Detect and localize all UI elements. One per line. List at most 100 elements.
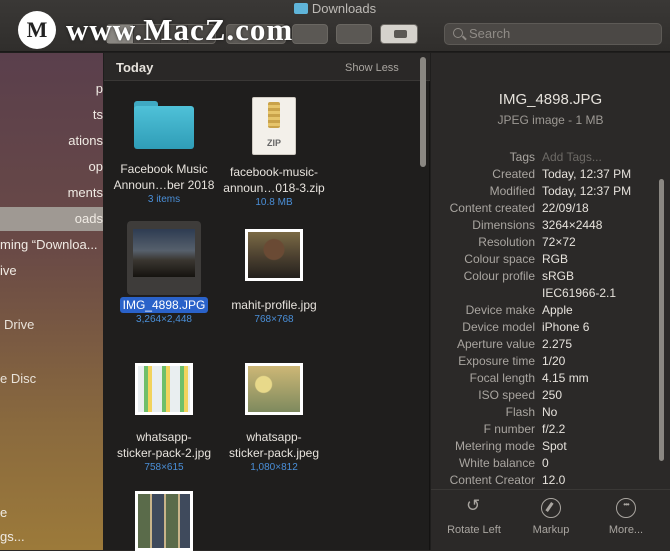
- file-item[interactable]: mahit-profile.jpg 768×768: [216, 229, 332, 327]
- share-button[interactable]: [336, 24, 372, 44]
- info-value: IEC61966-2.1: [542, 286, 617, 300]
- file-name: mahit-profile.jpg: [231, 298, 317, 312]
- search-field[interactable]: Search: [444, 23, 662, 45]
- photo-thumbnail: [135, 491, 193, 551]
- sidebar-item-incoming[interactable]: ming “Downloa...: [0, 233, 103, 257]
- sidebar-item[interactable]: ts: [0, 103, 103, 127]
- sidebar-item-label: Drive: [4, 317, 35, 332]
- info-key: Colour space: [464, 252, 535, 266]
- finder-window: Downloads Search p ts ations op ments oa…: [0, 0, 670, 551]
- file-name: sticker-pack-2.jpg: [116, 446, 212, 460]
- info-row: Content Creator 12.0: [431, 472, 670, 489]
- markup-button[interactable]: Markup: [516, 498, 586, 536]
- info-value: 72×72: [542, 235, 576, 249]
- file-name: announ…018-3.zip: [223, 181, 325, 195]
- sidebar-item-downloads[interactable]: oads: [0, 207, 103, 231]
- info-value: Today, 12:37 PM: [542, 167, 632, 181]
- file-item[interactable]: whatsapp- sticker-pack.jpeg 1,080×812: [216, 363, 332, 475]
- info-value: 1/20: [542, 354, 566, 368]
- more-button[interactable]: More...: [591, 498, 661, 536]
- info-row-tags: Tags Add Tags...: [431, 149, 670, 166]
- sidebar-item-applications[interactable]: ations: [0, 129, 103, 153]
- sidebar-item-label: e: [0, 505, 8, 520]
- rotate-left-button[interactable]: Rotate Left: [439, 496, 509, 536]
- search-icon: [453, 28, 463, 38]
- sidebar-item-remote-disc[interactable]: e Disc: [0, 367, 103, 391]
- sidebar-item-documents[interactable]: ments: [0, 181, 103, 205]
- section-header: Today Show Less: [104, 53, 430, 81]
- info-value: 0: [542, 456, 549, 470]
- sidebar-item-label: p: [95, 81, 103, 96]
- info-value: sRGB: [542, 269, 575, 283]
- file-name: Announ…ber 2018: [113, 178, 215, 192]
- info-row: Flash No: [431, 404, 670, 421]
- sidebar-item-label: ations: [68, 133, 103, 148]
- photo-thumbnail: [245, 229, 303, 281]
- file-item-folder[interactable]: Facebook Music Announ…ber 2018 3 items: [106, 101, 222, 207]
- info-key: Device make: [465, 303, 535, 317]
- info-row: Resolution 72×72: [431, 234, 670, 251]
- scrollbar[interactable]: [420, 57, 426, 167]
- info-key: ISO speed: [478, 388, 535, 402]
- file-browser: Today Show Less Facebook Music Announ…be…: [104, 53, 430, 551]
- sidebar-item[interactable]: e: [0, 501, 103, 525]
- info-key: Aperture value: [456, 337, 535, 351]
- sidebar-item[interactable]: p: [0, 77, 103, 101]
- info-key: Dimensions: [472, 218, 535, 232]
- folder-icon: [134, 101, 194, 149]
- sidebar-item-desktop[interactable]: op: [0, 155, 103, 179]
- folder-icon: [293, 3, 308, 14]
- action-label: Markup: [532, 524, 570, 536]
- info-value: No: [542, 405, 558, 419]
- file-name: Facebook Music: [120, 162, 208, 176]
- photo-thumbnail: [135, 363, 193, 415]
- sidebar-item-icloud-drive[interactable]: Drive: [0, 313, 103, 337]
- file-meta: 10.8 MB: [255, 197, 293, 208]
- zip-file-icon: ZIP: [252, 97, 296, 155]
- info-row: Metering mode Spot: [431, 438, 670, 455]
- info-row: Device model iPhone 6: [431, 319, 670, 336]
- photo-thumbnail: [245, 363, 303, 415]
- action-label: More...: [608, 524, 644, 536]
- action-gear-button[interactable]: [292, 24, 328, 44]
- search-placeholder: Search: [469, 26, 511, 41]
- rotate-left-icon: [464, 496, 484, 518]
- more-icon: [616, 498, 636, 518]
- info-key: Created: [492, 167, 535, 181]
- info-row: Modified Today, 12:37 PM: [431, 183, 670, 200]
- file-name: whatsapp-: [136, 430, 192, 444]
- info-row: Content created 22/09/18: [431, 200, 670, 217]
- file-item[interactable]: whatsapp- sticker-pack-2.jpg 758×615: [106, 363, 222, 475]
- info-value: 4.15 mm: [542, 371, 589, 385]
- info-row: Dimensions 3264×2448: [431, 217, 670, 234]
- info-key: Metering mode: [454, 439, 535, 453]
- tag-button[interactable]: [380, 24, 418, 44]
- inspector-subtitle: JPEG image - 1 MB: [497, 113, 604, 127]
- info-value: 12.0: [542, 473, 566, 487]
- watermark-logo-icon: [18, 11, 56, 49]
- info-value: Apple: [542, 303, 573, 317]
- info-value: 22/09/18: [542, 201, 589, 215]
- file-name: facebook-music-: [229, 165, 319, 179]
- show-less-button[interactable]: Show Less: [345, 62, 399, 74]
- sidebar-item-all-tags[interactable]: gs...: [0, 525, 103, 549]
- info-key: Focal length: [469, 371, 535, 385]
- watermark: www.MacZ.com: [18, 10, 293, 50]
- sidebar-item-label: gs...: [0, 529, 25, 544]
- sidebar-item-label: ments: [67, 185, 103, 200]
- info-key: Content Creator: [449, 473, 535, 487]
- file-name: whatsapp-: [246, 430, 302, 444]
- file-item-zip[interactable]: ZIP facebook-music- announ…018-3.zip 10.…: [216, 97, 332, 210]
- add-tags-input[interactable]: Add Tags...: [542, 149, 602, 166]
- file-item-selected[interactable]: IMG_4898.JPG 3,264×2,448: [106, 229, 222, 327]
- window-title-text: Downloads: [311, 1, 377, 16]
- sidebar-item-drive[interactable]: ive: [0, 259, 103, 283]
- info-key: White balance: [458, 456, 535, 470]
- info-row: IEC61966-2.1: [431, 285, 670, 302]
- preview-inspector: IMG_4898.JPG JPEG image - 1 MB Tags Add T…: [431, 53, 670, 550]
- sidebar-item-label: ive: [0, 263, 17, 278]
- info-key: Colour profile: [463, 269, 535, 283]
- file-item[interactable]: [106, 491, 222, 551]
- info-row: Device make Apple: [431, 302, 670, 319]
- markup-icon: [541, 498, 561, 518]
